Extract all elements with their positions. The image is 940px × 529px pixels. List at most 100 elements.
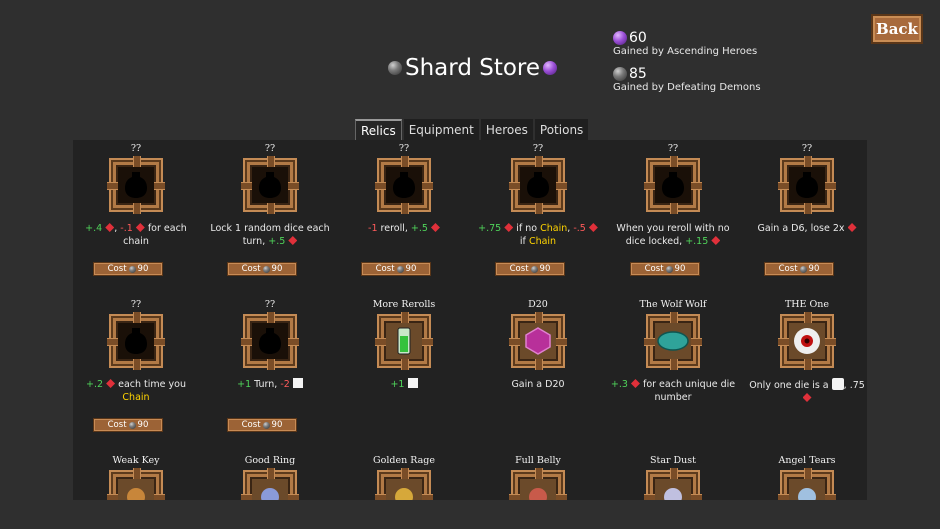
urn-silhouette bbox=[118, 167, 154, 203]
relic-card[interactable]: ?? +.75 if no Chain, -.5 if Chain Cost 90 bbox=[471, 142, 605, 276]
buy-relic-button[interactable]: Cost 90 bbox=[630, 262, 700, 276]
relic-name: D20 bbox=[528, 299, 548, 310]
relic-frame bbox=[644, 156, 702, 214]
cost-label: Cost bbox=[375, 264, 395, 274]
grey-shard-counter: 85 Gained by Defeating Demons bbox=[613, 66, 761, 93]
relic-card[interactable]: ?? +1 Turn, -2 Cost 90 bbox=[203, 298, 337, 432]
relic-description: +.4 , -.1 for each chain bbox=[85, 223, 187, 247]
buy-relic-button[interactable]: Cost 90 bbox=[764, 262, 834, 276]
relic-name: ?? bbox=[801, 143, 813, 154]
relic-description: +1 Turn, -2 bbox=[203, 378, 337, 406]
relic-card[interactable]: Golden Rage bbox=[337, 454, 471, 500]
star-dust-icon bbox=[655, 479, 691, 500]
relic-name: Weak Key bbox=[112, 455, 160, 466]
relic-name: ?? bbox=[398, 143, 410, 154]
grey-shard-icon bbox=[799, 265, 807, 273]
relic-name: The Wolf Wolf bbox=[639, 299, 707, 310]
tab-equipment[interactable]: Equipment bbox=[403, 119, 479, 140]
relic-card[interactable]: Weak Key bbox=[73, 454, 203, 500]
relic-description: +.75 if no Chain, -.5 if Chain bbox=[471, 222, 605, 250]
back-button[interactable]: Back bbox=[871, 14, 923, 44]
buy-relic-button[interactable]: Cost 90 bbox=[227, 262, 297, 276]
relic-description: Lock 1 random dice each turn, +.5 bbox=[210, 223, 330, 247]
relic-card[interactable]: D20 Gain a D20 bbox=[471, 298, 605, 406]
grey-shard-icon bbox=[665, 265, 673, 273]
ring-icon bbox=[252, 479, 288, 500]
tab-heroes[interactable]: Heroes bbox=[480, 119, 533, 140]
relic-name: Good Ring bbox=[244, 455, 296, 466]
wolf-icon bbox=[655, 323, 691, 359]
buy-relic-button[interactable]: Cost 90 bbox=[93, 418, 163, 432]
relic-description: Gain a D20 bbox=[511, 379, 565, 390]
relic-name: Full Belly bbox=[515, 455, 561, 466]
purple-shard-amount: 60 bbox=[629, 30, 647, 46]
cost-label: Cost bbox=[778, 264, 798, 274]
potion-silhouette bbox=[789, 167, 825, 203]
relic-frame bbox=[644, 312, 702, 370]
relic-frame bbox=[509, 468, 567, 500]
relic-card[interactable]: ?? +.4 , -.1 for each chain Cost 90 bbox=[73, 142, 203, 276]
tab-relics[interactable]: Relics bbox=[355, 119, 402, 140]
grey-shard-label: Gained by Defeating Demons bbox=[613, 82, 761, 93]
relic-card[interactable]: ?? When you reroll with no dice locked, +… bbox=[606, 142, 740, 276]
grey-shard-icon bbox=[530, 265, 538, 273]
buy-relic-button[interactable]: Cost 90 bbox=[93, 262, 163, 276]
cost-value: 90 bbox=[271, 420, 283, 430]
bottle-silhouette bbox=[252, 167, 288, 203]
relic-frame bbox=[241, 156, 299, 214]
relic-card[interactable]: The Wolf Wolf +.3 for each unique die num… bbox=[606, 298, 740, 406]
relic-frame bbox=[375, 156, 433, 214]
relic-description: +.3 for each unique die number bbox=[610, 379, 736, 403]
d20-icon bbox=[520, 323, 556, 359]
buy-relic-button[interactable]: Cost 90 bbox=[495, 262, 565, 276]
relic-card[interactable]: Star Dust bbox=[606, 454, 740, 500]
grey-shard-amount: 85 bbox=[629, 66, 647, 82]
cost-value: 90 bbox=[271, 264, 283, 274]
relic-name: THE One bbox=[784, 299, 830, 310]
purple-shard-icon bbox=[613, 31, 627, 45]
pot-silhouette bbox=[520, 167, 556, 203]
relic-frame bbox=[778, 312, 836, 370]
relic-card[interactable]: Full Belly bbox=[471, 454, 605, 500]
relic-frame bbox=[241, 312, 299, 370]
grey-shard-icon bbox=[613, 67, 627, 81]
relic-name: ?? bbox=[130, 299, 142, 310]
relic-description: -1 reroll, +.5 bbox=[337, 222, 471, 250]
green-potion-icon bbox=[386, 323, 422, 359]
grey-shard-icon bbox=[128, 421, 136, 429]
cost-value: 90 bbox=[539, 264, 551, 274]
buy-relic-button[interactable]: Cost 90 bbox=[227, 418, 297, 432]
relic-frame bbox=[241, 468, 299, 500]
cost-label: Cost bbox=[107, 264, 127, 274]
relic-frame bbox=[375, 468, 433, 500]
relics-panel[interactable]: ?? +.4 , -.1 for each chain Cost 90?? Lock 1… bbox=[73, 140, 867, 500]
eye-icon bbox=[789, 323, 825, 359]
ghost-silhouette bbox=[252, 323, 288, 359]
relic-card[interactable]: Angel Tears bbox=[740, 454, 867, 500]
title-text: Shard Store bbox=[405, 55, 541, 81]
full-belly-icon bbox=[520, 479, 556, 500]
angel-tears-icon bbox=[789, 479, 825, 500]
relic-frame bbox=[107, 156, 165, 214]
relic-card[interactable]: Good Ring bbox=[203, 454, 337, 500]
store-tabs: Relics Equipment Heroes Potions bbox=[355, 119, 590, 140]
hand-silhouette bbox=[655, 167, 691, 203]
relic-name: ?? bbox=[532, 143, 544, 154]
bird-silhouette bbox=[118, 323, 154, 359]
purple-shard-icon bbox=[543, 61, 558, 75]
relic-card[interactable]: ?? -1 reroll, +.5 Cost 90 bbox=[337, 142, 471, 276]
relic-frame bbox=[509, 156, 567, 214]
relic-name: ?? bbox=[130, 143, 142, 154]
relic-card[interactable]: ?? Lock 1 random dice each turn, +.5 Cost… bbox=[203, 142, 337, 276]
relic-card[interactable]: THE One Only one die is a , .75 bbox=[740, 298, 867, 406]
golden-rage-icon bbox=[386, 479, 422, 500]
relic-card[interactable]: More Rerolls +1 bbox=[337, 298, 471, 406]
relic-card[interactable]: ?? Gain a D6, lose 2x Cost 90 bbox=[740, 142, 867, 276]
relic-name: ?? bbox=[667, 143, 679, 154]
relic-description: Gain a D6, lose 2x bbox=[740, 222, 867, 250]
buy-relic-button[interactable]: Cost 90 bbox=[361, 262, 431, 276]
relic-name: More Rerolls bbox=[372, 299, 436, 310]
relic-description: +1 bbox=[337, 378, 471, 406]
relic-card[interactable]: ?? +.2 each time you Chain Cost 90 bbox=[73, 298, 203, 432]
tab-potions[interactable]: Potions bbox=[534, 119, 589, 140]
